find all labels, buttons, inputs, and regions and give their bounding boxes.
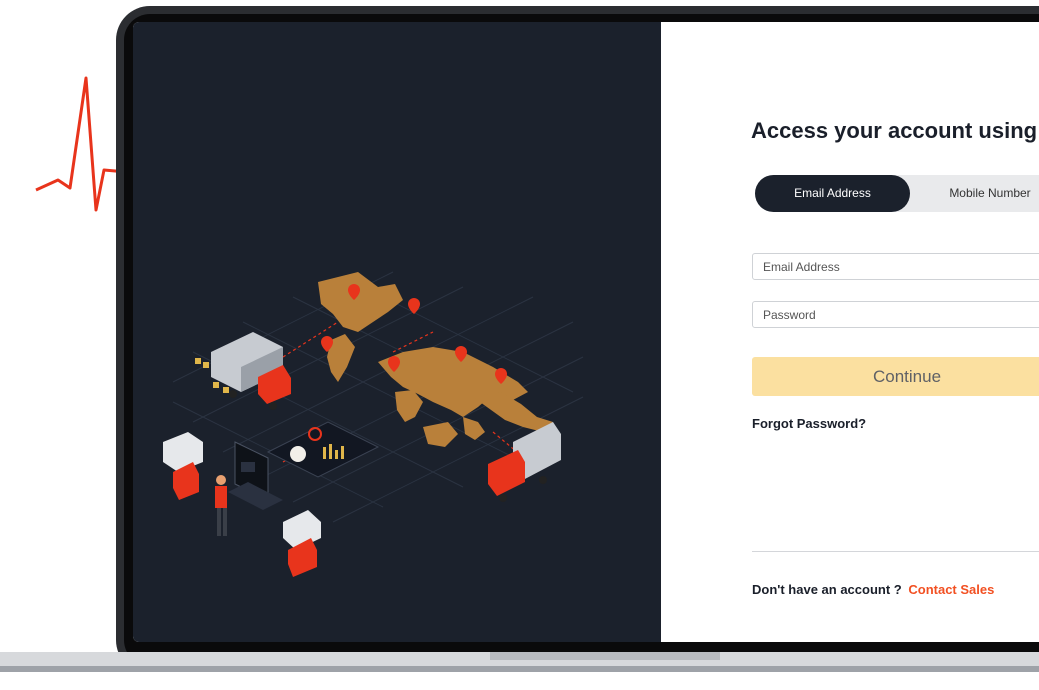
- logo-bar-top: [0, 86, 52, 106]
- delivery-truck-icon: [488, 422, 561, 502]
- email-field[interactable]: [752, 253, 1039, 280]
- signup-prompt: Don't have an account ? Contact Sales: [752, 582, 994, 597]
- laptop-base-shadow: [0, 666, 1039, 672]
- worker-icon: [215, 475, 227, 536]
- printer-icon: [163, 432, 203, 500]
- login-panel: Access your account using Email Address …: [661, 22, 1039, 642]
- continue-button[interactable]: Continue: [752, 357, 1039, 396]
- logistics-illustration: [163, 271, 584, 577]
- logo-glyph: [0, 198, 28, 228]
- illustration-panel: [133, 22, 661, 642]
- laptop-hinge: [490, 652, 720, 660]
- forgot-password-link[interactable]: Forgot Password?: [752, 416, 866, 431]
- tab-mobile-number[interactable]: Mobile Number: [910, 175, 1039, 212]
- laptop-base: [0, 652, 1039, 690]
- divider: [752, 551, 1039, 552]
- password-field[interactable]: [752, 301, 1039, 328]
- laptop-screen: Access your account using Email Address …: [133, 22, 1039, 642]
- delivery-truck-icon: [195, 332, 291, 410]
- logo-bar-bottom: [0, 140, 40, 160]
- logo-bar-middle: [0, 114, 46, 132]
- laptop-base-bottom: [0, 672, 1039, 690]
- dashboard-panel-icon: [266, 421, 380, 478]
- laptop-icon: [283, 510, 321, 577]
- contact-sales-link[interactable]: Contact Sales: [908, 582, 994, 597]
- page-title: Access your account using: [751, 118, 1038, 143]
- signup-prompt-text: Don't have an account ?: [752, 582, 902, 597]
- login-method-tabs: Email Address Mobile Number: [755, 175, 1039, 212]
- tab-email-address[interactable]: Email Address: [755, 175, 910, 212]
